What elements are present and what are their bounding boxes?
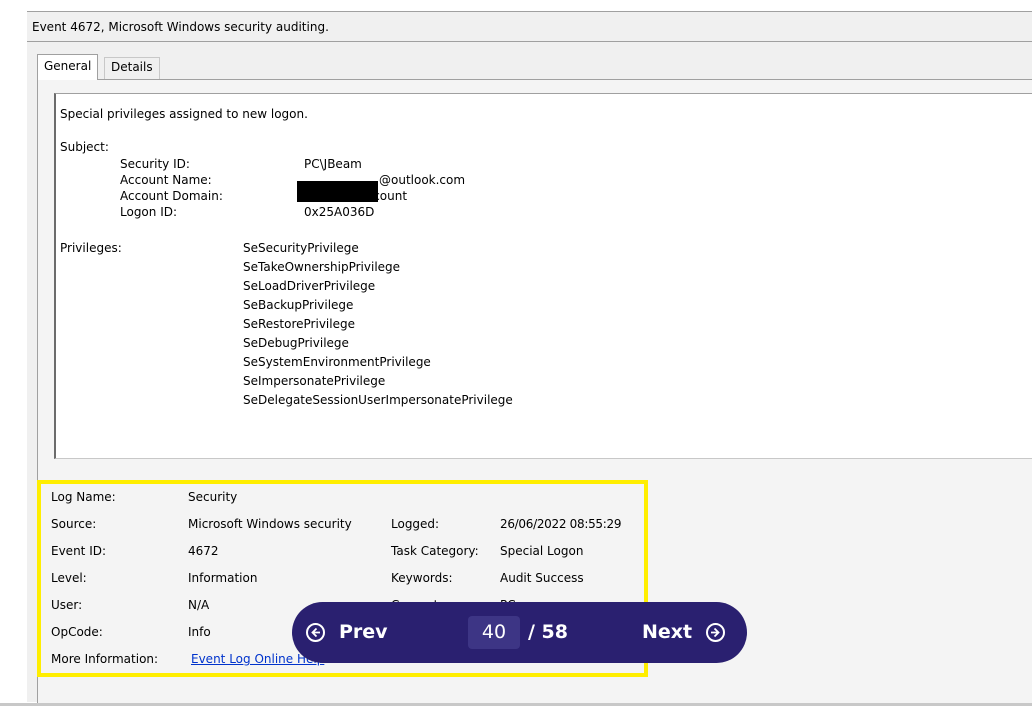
keywords-label: Keywords:	[391, 571, 453, 585]
current-page-input[interactable]: 40	[468, 616, 520, 649]
event-id-value: 4672	[188, 544, 219, 558]
opcode-value: Info	[188, 625, 211, 639]
slide-pager: Prev 40 / 58 Next	[292, 602, 747, 663]
logged-value: 26/06/2022 08:55:29	[500, 517, 622, 531]
level-value: Information	[188, 571, 258, 585]
source-value: Microsoft Windows security	[188, 517, 352, 531]
more-info-label: More Information:	[51, 652, 159, 666]
level-label: Level:	[51, 571, 87, 585]
redaction-block	[297, 181, 378, 202]
log-name-label: Log Name:	[51, 490, 116, 504]
arrow-right-circle-icon	[706, 622, 726, 642]
event-details-grid: Log Name: Security Source: Microsoft Win…	[0, 0, 1032, 706]
next-button[interactable]: Next	[642, 621, 726, 643]
prev-label: Prev	[339, 621, 388, 643]
event-id-label: Event ID:	[51, 544, 107, 558]
page-total: / 58	[528, 621, 568, 643]
task-category-label: Task Category:	[391, 544, 479, 558]
source-label: Source:	[51, 517, 97, 531]
arrow-left-circle-icon	[306, 622, 325, 642]
prev-button[interactable]: Prev	[306, 621, 388, 643]
opcode-label: OpCode:	[51, 625, 103, 639]
user-value: N/A	[188, 598, 210, 612]
keywords-value: Audit Success	[500, 571, 584, 585]
next-label: Next	[642, 621, 693, 643]
task-category-value: Special Logon	[500, 544, 584, 558]
tab-general[interactable]: General	[37, 54, 99, 80]
log-name-value: Security	[188, 490, 238, 504]
logged-label: Logged:	[391, 517, 440, 531]
user-label: User:	[51, 598, 83, 612]
